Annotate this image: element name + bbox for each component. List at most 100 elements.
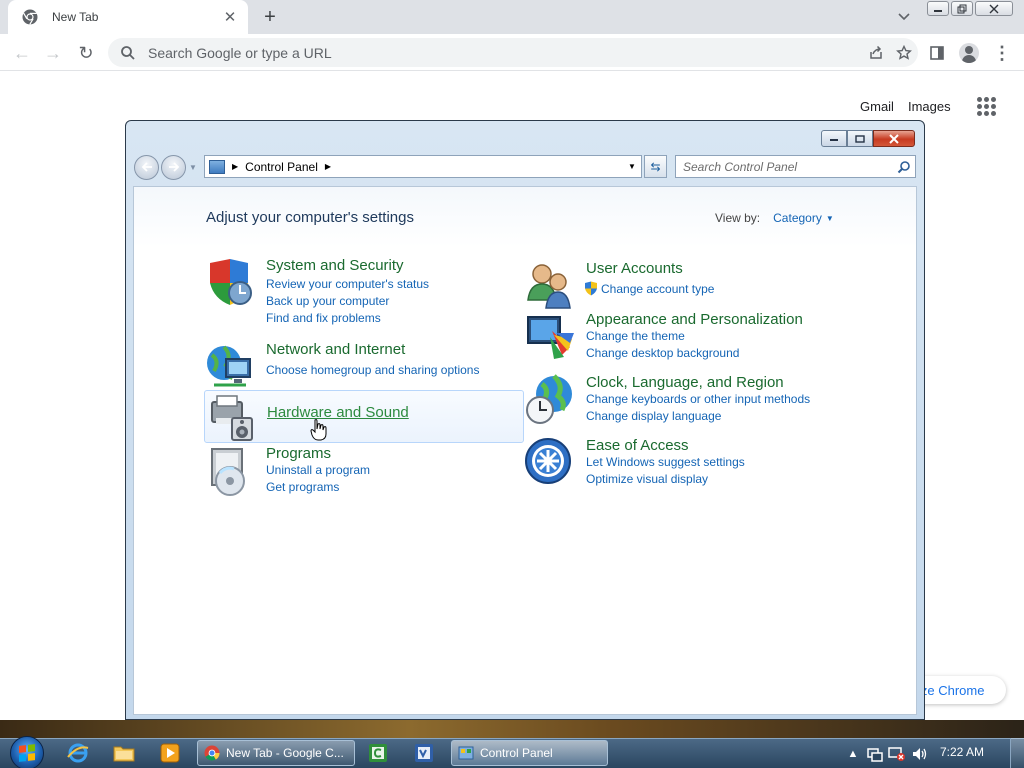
images-link[interactable]: Images (908, 99, 951, 114)
close-window-icon[interactable] (975, 1, 1013, 16)
google-apps-icon[interactable] (975, 94, 999, 118)
category-network-and-internet: Network and Internet Choose homegroup an… (204, 341, 524, 393)
link-homegroup[interactable]: Choose homegroup and sharing options (266, 363, 479, 377)
chrome-logo-icon (204, 745, 220, 761)
category-title[interactable]: User Accounts (586, 260, 683, 277)
taskbar-clock[interactable]: 7:22 AM (940, 745, 984, 759)
customize-chrome-label: ize Chrome (918, 682, 985, 698)
taskbar-chrome-window[interactable]: New Tab - Google C... (197, 740, 355, 766)
link-change-keyboards[interactable]: Change keyboards or other input methods (586, 392, 810, 406)
close-icon[interactable] (873, 130, 915, 147)
chrome-menu-button[interactable]: ⋮ (989, 40, 1015, 66)
forward-arrow-icon[interactable] (161, 154, 186, 180)
search-icon[interactable] (893, 157, 915, 177)
back-arrow-icon[interactable] (134, 154, 159, 180)
bookmark-star-icon[interactable] (890, 39, 918, 67)
link-change-account-type[interactable]: Change account type (584, 281, 714, 296)
category-title[interactable]: Appearance and Personalization (586, 311, 803, 328)
view-by-label: View by: (715, 211, 761, 225)
maximize-icon[interactable] (847, 130, 873, 147)
back-button[interactable]: ← (9, 40, 35, 66)
link-change-language[interactable]: Change display language (586, 409, 721, 423)
minimize-icon[interactable] (927, 1, 949, 16)
control-panel-search-input[interactable]: Search Control Panel (675, 155, 916, 178)
show-desktop-button[interactable] (1010, 738, 1024, 768)
tab-close-icon[interactable]: ✕ (218, 5, 242, 29)
breadcrumb-arrow-icon[interactable]: ▶ (325, 162, 331, 171)
breadcrumb-control-panel[interactable]: Control Panel (245, 160, 318, 174)
system-tray: ▲ (842, 742, 930, 766)
media-player-icon[interactable] (150, 740, 190, 766)
task-label: New Tab - Google C... (226, 746, 344, 760)
omnibox[interactable]: Search Google or type a URL (108, 38, 918, 67)
search-icon (121, 45, 135, 60)
refresh-icon[interactable]: ⇆ (644, 155, 667, 178)
desktop-wallpaper-strip (0, 720, 1024, 738)
link-back-up[interactable]: Back up your computer (266, 294, 389, 308)
minimize-icon[interactable] (821, 130, 847, 147)
category-user-accounts: User Accounts Change account type (526, 260, 846, 312)
control-panel-content: Adjust your computer's settings View by:… (133, 186, 917, 715)
window-title-bar[interactable] (126, 121, 924, 151)
c-sharp-app-icon[interactable] (358, 740, 398, 766)
hand-cursor-icon (310, 419, 327, 441)
uac-shield-icon (585, 281, 597, 296)
vb-app-icon[interactable] (404, 740, 444, 766)
programs-disc-icon (211, 448, 245, 496)
explorer-nav-buttons: ▼ (134, 154, 200, 180)
avatar-icon (959, 43, 979, 63)
view-by-dropdown[interactable]: Category ▼ (773, 211, 834, 225)
link-get-programs[interactable]: Get programs (266, 480, 339, 494)
category-title[interactable]: Clock, Language, and Region (586, 374, 784, 391)
windows-logo-icon (19, 744, 35, 762)
category-title[interactable]: Network and Internet (266, 341, 405, 358)
printer-speaker-icon (211, 395, 253, 441)
tab-new-tab[interactable]: New Tab ✕ (8, 0, 248, 34)
link-change-theme[interactable]: Change the theme (586, 329, 685, 343)
address-bar[interactable]: ▶ Control Panel ▶ ▼ (204, 155, 642, 178)
window-controls (821, 130, 915, 147)
control-panel-window: ▼ ▶ Control Panel ▶ ▼ ⇆ Search Control P… (125, 120, 925, 720)
profile-avatar[interactable] (956, 40, 982, 66)
security-shield-icon (210, 259, 252, 305)
category-title[interactable]: Ease of Access (586, 437, 689, 454)
reload-button[interactable]: ↻ (73, 40, 99, 66)
category-clock-language-region: Clock, Language, and Region Change keybo… (526, 374, 846, 426)
network-globe-icon (207, 345, 251, 387)
category-appearance-and-personalization: Appearance and Personalization Change th… (526, 311, 846, 363)
search-placeholder: Search Control Panel (683, 159, 798, 174)
category-title[interactable]: Programs (266, 445, 331, 462)
view-by-value: Category (773, 211, 822, 225)
internet-explorer-icon[interactable] (58, 740, 98, 766)
link-uninstall[interactable]: Uninstall a program (266, 463, 370, 477)
breadcrumb-arrow-icon[interactable]: ▶ (232, 162, 238, 171)
volume-icon[interactable] (908, 743, 930, 765)
link-change-background[interactable]: Change desktop background (586, 346, 739, 360)
gmail-link[interactable]: Gmail (860, 99, 894, 114)
network-disconnected-icon[interactable] (886, 743, 908, 765)
restore-icon[interactable] (951, 1, 973, 16)
start-button[interactable] (10, 736, 44, 768)
forward-button[interactable]: → (40, 40, 66, 66)
link-optimize-display[interactable]: Optimize visual display (586, 472, 708, 486)
recent-pages-dropdown-icon[interactable]: ▼ (189, 163, 197, 172)
tab-search-chevron-icon[interactable] (894, 8, 914, 26)
taskbar-control-panel-window[interactable]: Control Panel (451, 740, 608, 766)
share-icon[interactable] (862, 39, 890, 67)
side-panel-icon[interactable] (924, 40, 950, 66)
category-hardware-and-sound[interactable]: Hardware and Sound (204, 390, 524, 443)
tab-title: New Tab (52, 10, 99, 24)
file-explorer-icon[interactable] (104, 740, 144, 766)
address-dropdown-icon[interactable]: ▼ (623, 162, 641, 171)
action-center-icon[interactable] (864, 743, 886, 765)
link-suggest-settings[interactable]: Let Windows suggest settings (586, 455, 745, 469)
ease-of-access-icon (525, 438, 571, 484)
link-review-status[interactable]: Review your computer's status (266, 277, 429, 291)
link-label: Change account type (601, 281, 715, 296)
new-tab-button[interactable]: + (257, 5, 283, 29)
link-find-fix[interactable]: Find and fix problems (266, 311, 381, 325)
category-title[interactable]: System and Security (266, 257, 404, 274)
user-accounts-icon (527, 264, 571, 309)
category-title[interactable]: Hardware and Sound (267, 404, 409, 421)
show-hidden-icons-arrow-icon[interactable]: ▲ (842, 743, 864, 765)
